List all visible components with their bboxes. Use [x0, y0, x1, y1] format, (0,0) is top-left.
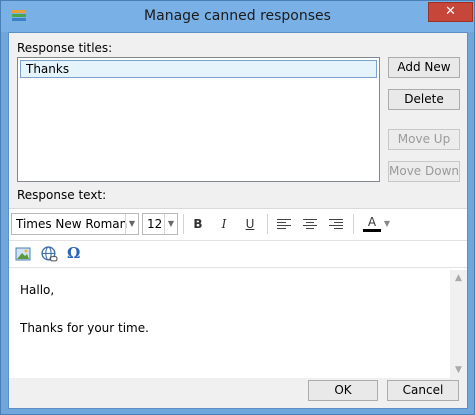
underline-button[interactable]: U [241, 215, 259, 233]
move-up-button[interactable]: Move Up [388, 129, 460, 150]
editor-line: Thanks for your time. [20, 321, 149, 335]
window-title: Manage canned responses [144, 8, 331, 24]
list-item[interactable]: Thanks [20, 60, 377, 78]
response-titles-label: Response titles: [17, 41, 113, 55]
italic-button[interactable]: I [215, 215, 233, 233]
editor-content[interactable]: Hallo, Thanks for your time. [9, 270, 449, 379]
font-size-value: 12 [147, 217, 163, 231]
align-right-icon[interactable] [327, 215, 345, 233]
ok-button[interactable]: OK [308, 380, 378, 401]
chevron-down-icon: ▼ [125, 214, 138, 234]
align-center-icon[interactable] [301, 215, 319, 233]
toolbar-divider [183, 214, 184, 234]
bold-button[interactable]: B [189, 215, 207, 233]
dialog-body: Response titles: Thanks Add New Delete M… [8, 32, 468, 409]
insert-image-icon[interactable] [15, 246, 31, 262]
title-bar[interactable]: Manage canned responses ✕ [1, 1, 474, 32]
response-titles-list[interactable]: Thanks [17, 57, 380, 182]
toolbar-divider [353, 214, 354, 234]
insert-toolbar: Ω [9, 240, 467, 268]
special-character-icon[interactable]: Ω [67, 244, 80, 262]
rich-text-editor: Times New Roman ▼ 12 ▼ B I U A ▼ Ω Hallo… [9, 208, 467, 379]
dialog-window: Manage canned responses ✕ Response title… [0, 0, 475, 415]
font-family-value: Times New Roman [16, 217, 128, 231]
response-text-label: Response text: [17, 188, 107, 202]
scroll-down-icon[interactable]: ▼ [450, 362, 467, 379]
add-new-button[interactable]: Add New [388, 57, 460, 78]
align-left-icon[interactable] [275, 215, 293, 233]
vertical-scrollbar[interactable]: ▲ ▼ [450, 270, 467, 379]
insert-link-icon[interactable] [41, 246, 58, 263]
editor-line: Hallo, [20, 283, 55, 297]
delete-button[interactable]: Delete [388, 89, 460, 110]
cancel-button[interactable]: Cancel [387, 380, 459, 401]
close-icon: ✕ [445, 4, 456, 19]
toolbar-divider [267, 214, 268, 234]
text-color-button[interactable]: A [363, 215, 381, 232]
text-color-dropdown-icon[interactable]: ▼ [382, 215, 392, 233]
chevron-down-icon: ▼ [164, 214, 177, 234]
close-button[interactable]: ✕ [428, 2, 473, 22]
scroll-up-icon[interactable]: ▲ [450, 270, 467, 287]
font-size-select[interactable]: 12 ▼ [142, 213, 178, 235]
move-down-button[interactable]: Move Down [388, 161, 460, 182]
font-family-select[interactable]: Times New Roman ▼ [11, 213, 139, 235]
formatting-toolbar: Times New Roman ▼ 12 ▼ B I U A ▼ [9, 209, 467, 239]
